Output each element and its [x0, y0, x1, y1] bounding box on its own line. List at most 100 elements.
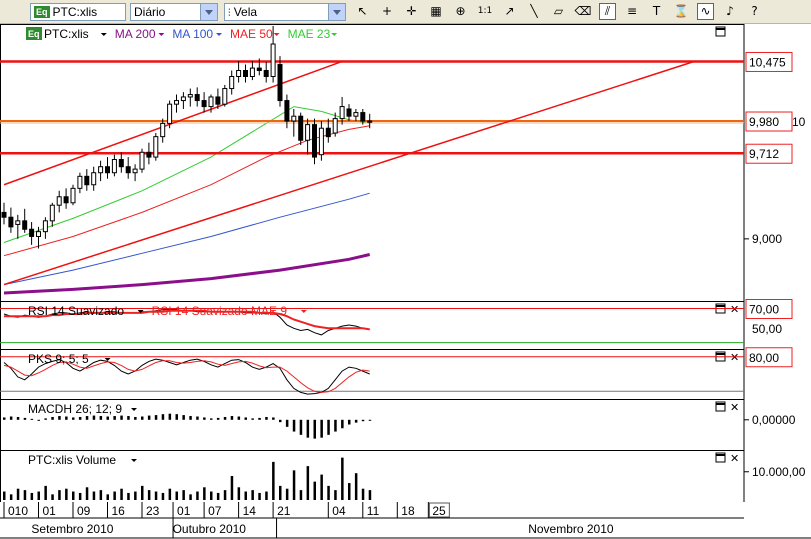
- x-day-label: 01: [43, 504, 57, 518]
- volume-bar: [237, 487, 241, 500]
- candle-body: [63, 196, 69, 204]
- volume-bar: [154, 491, 158, 500]
- candle-body: [118, 158, 124, 168]
- fibonacci-icon[interactable]: ≡: [624, 3, 641, 20]
- volume-bar: [168, 488, 172, 500]
- candle-body: [236, 69, 242, 78]
- candle: [222, 84, 228, 107]
- volume-bar: [92, 491, 96, 500]
- candle-body: [256, 67, 262, 71]
- help-icon[interactable]: ?: [746, 3, 763, 20]
- bell-icon[interactable]: ♪: [722, 3, 739, 20]
- symbol-combo[interactable]: Eq PTC:xlis: [30, 3, 126, 21]
- macd-bar: [141, 416, 144, 420]
- macd-bar: [120, 415, 123, 420]
- candle-body: [167, 103, 173, 124]
- volume-bar: [182, 490, 185, 500]
- candle-body: [146, 151, 152, 158]
- trend-line-icon[interactable]: ╲: [526, 3, 543, 20]
- macd-bar: [189, 416, 192, 420]
- volume-bar: [223, 490, 227, 500]
- candle-body: [29, 228, 35, 237]
- period-select[interactable]: Diário: [130, 3, 218, 21]
- volume-bar: [16, 488, 20, 500]
- trend-arrow-icon[interactable]: ↗: [501, 3, 518, 20]
- cross-arrow-icon[interactable]: ✛: [403, 3, 420, 20]
- candle-body: [243, 69, 248, 78]
- volume-bar: [147, 490, 151, 500]
- zoom-icon[interactable]: ⊕: [452, 3, 469, 20]
- chart-canvas[interactable]: ✕ ✕ ✕ ✕ 9,000 10,475 9,980 9,712 10 Eq PTC:xlis MA …: [0, 24, 811, 539]
- macd-bar: [348, 419, 351, 425]
- close-icon: ✕: [730, 401, 739, 414]
- chart-type-select[interactable]: ⫶ Vela: [224, 3, 346, 21]
- x-day-label: 010: [8, 504, 28, 518]
- candle-body: [194, 94, 200, 102]
- legend-label: MA 200: [115, 27, 156, 41]
- candle-body: [346, 108, 352, 117]
- macd-bar: [85, 416, 89, 420]
- text-tool-icon[interactable]: T: [648, 3, 665, 20]
- volume-bar: [216, 492, 220, 500]
- candle-body: [49, 204, 55, 222]
- crosshair-icon[interactable]: +: [379, 3, 396, 20]
- pks-level-label: 80,00: [749, 351, 779, 365]
- candle-body: [8, 216, 14, 228]
- candle: [298, 112, 304, 146]
- macd-bar: [44, 418, 47, 420]
- candle-body: [291, 115, 297, 122]
- volume-bar: [3, 491, 6, 500]
- eraser-icon[interactable]: ▱: [550, 3, 567, 20]
- zoom-1to1-icon[interactable]: 1:1: [477, 3, 494, 20]
- candle-body: [132, 168, 138, 174]
- candle-body: [111, 158, 117, 174]
- macd-bar: [258, 417, 261, 420]
- macd-bar: [265, 416, 268, 420]
- volume-bar: [334, 490, 337, 500]
- alarm-icon[interactable]: ⌛: [673, 3, 690, 20]
- volume-bar: [203, 487, 206, 500]
- volume-bar: [230, 476, 234, 500]
- channel-icon[interactable]: ⫽: [599, 3, 616, 20]
- chevron-down-icon[interactable]: [200, 4, 217, 20]
- volume-bar: [113, 491, 116, 500]
- macd-bar: [272, 417, 275, 420]
- candle-body: [139, 151, 145, 170]
- candle: [312, 118, 317, 165]
- cursor-icon[interactable]: ↖: [354, 3, 371, 20]
- x-day-label: 16: [112, 504, 126, 518]
- macd-bar: [127, 416, 130, 420]
- macd-bar: [16, 416, 20, 420]
- volume-bar: [9, 494, 13, 500]
- equity-badge-text: Eq: [28, 29, 40, 39]
- period-value: Diário: [134, 5, 166, 19]
- close-icon: ✕: [730, 351, 739, 364]
- candle-body: [312, 124, 317, 158]
- volume-bar: [327, 485, 330, 500]
- macd-bar: [216, 417, 220, 420]
- macd-bar: [251, 418, 254, 420]
- candle-body: [77, 175, 83, 189]
- volume-bar: [361, 488, 365, 500]
- macd-bar: [334, 419, 337, 432]
- chevron-down-icon[interactable]: [328, 4, 345, 20]
- candle-body: [105, 166, 110, 174]
- volume-bar: [320, 474, 323, 500]
- candle-body: [263, 69, 269, 78]
- candle-body: [284, 100, 290, 122]
- candle-body: [277, 63, 283, 102]
- macd-bar: [30, 418, 34, 420]
- volume-bar: [51, 494, 54, 500]
- macd-bar: [51, 416, 54, 420]
- grid-icon[interactable]: ▦: [428, 3, 445, 20]
- legend-label: PKS 9; 5; 5: [28, 352, 89, 366]
- wave-icon[interactable]: ∿: [697, 3, 714, 20]
- candle-body: [305, 124, 311, 141]
- macd-bar: [237, 416, 241, 420]
- macd-bar: [175, 414, 178, 420]
- candle-body: [353, 112, 359, 117]
- macd-bar: [23, 417, 27, 420]
- legend-label: MA 100: [172, 27, 213, 41]
- eraser-all-icon[interactable]: ⌫: [575, 3, 592, 20]
- macd-y-tick-label: 0,00000: [752, 413, 796, 427]
